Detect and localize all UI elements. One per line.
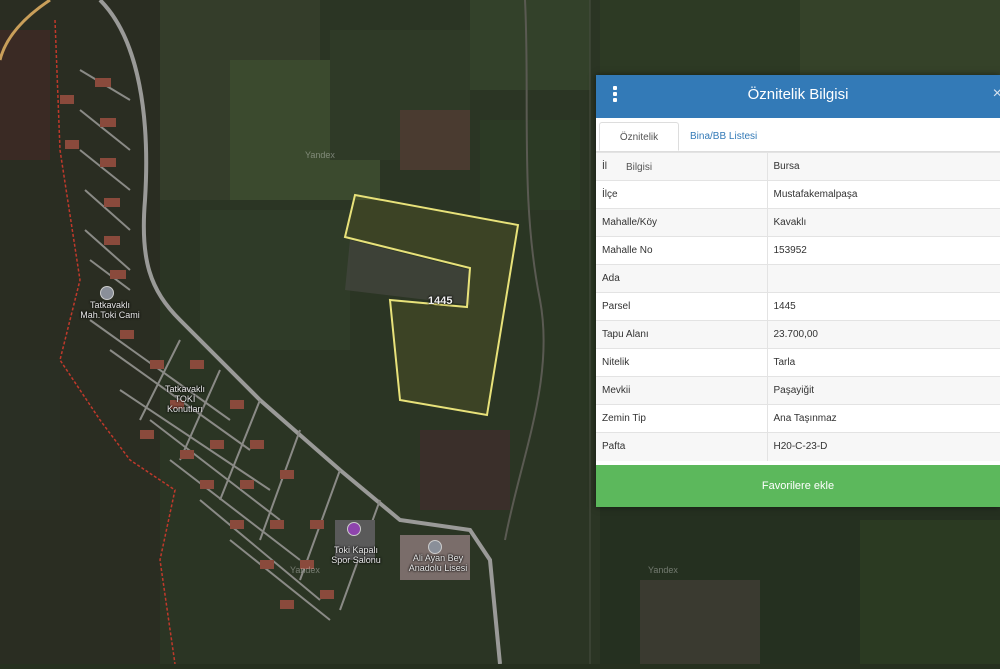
tab-building-list[interactable]: Bina/BB Listesi [684, 122, 763, 151]
table-row: Nitelik Tarla [596, 348, 1000, 377]
mosque-label: Tatkavaklı Mah.Toki Cami [80, 300, 140, 320]
attribute-value: Kavaklı [767, 208, 1000, 237]
attribute-value: Paşayiğit [767, 376, 1000, 405]
attribute-table: İl Bursa İlçe Mustafakemalpaşa Mahalle/Köy Ka… [596, 152, 1000, 461]
attribute-key: İl [596, 152, 768, 181]
mosque-icon[interactable] [100, 286, 114, 300]
attribute-key: Mahalle/Köy [596, 208, 768, 237]
attribute-key: Ada [596, 264, 768, 293]
panel-title: Öznitelik Bilgisi [747, 86, 849, 103]
housing-label: Tatkavaklı TOKİ Konutları [164, 384, 206, 414]
parcel-number-label: 1445 [428, 295, 453, 307]
close-icon[interactable]: × [993, 85, 1000, 103]
attribute-key: Parsel [596, 292, 768, 321]
table-row: Mevkii Paşayiğit [596, 376, 1000, 405]
attribute-value: Bursa [767, 152, 1000, 181]
school-icon[interactable] [428, 540, 442, 554]
attribute-key: Pafta [596, 432, 768, 461]
add-to-favorites-button[interactable]: Favorilere ekle [596, 465, 1000, 507]
attribute-value: 1445 [767, 292, 1000, 321]
sports-hall-label: Toki Kapalı Spor Salonu [331, 545, 381, 565]
attribute-value: Mustafakemalpaşa [767, 180, 1000, 209]
attribute-value [767, 264, 1000, 293]
table-row: Pafta H20-C-23-D [596, 432, 1000, 461]
attribute-value: 153952 [767, 236, 1000, 265]
attribute-value: Tarla [767, 348, 1000, 377]
table-row: Zemin Tip Ana Taşınmaz [596, 404, 1000, 433]
table-row: Parsel 1445 [596, 292, 1000, 321]
sports-hall-icon[interactable] [347, 522, 361, 536]
attribute-key: Tapu Alanı [596, 320, 768, 349]
attribute-key: Mevkii [596, 376, 768, 405]
attribute-value: H20-C-23-D [767, 432, 1000, 461]
map-watermark: Yandex [305, 150, 335, 160]
tab-attribute-info[interactable]: Öznitelik Bilgisi [599, 122, 679, 173]
panel-header: Öznitelik Bilgisi × [596, 75, 1000, 118]
table-row: Ada [596, 264, 1000, 293]
map-watermark: Yandex [648, 565, 678, 575]
attribute-info-panel: Öznitelik Bilgisi × Öznitelik Bilgisi Bi… [596, 75, 1000, 507]
attribute-key: Zemin Tip [596, 404, 768, 433]
table-row: Mahalle/Köy Kavaklı [596, 208, 1000, 237]
attribute-value: Ana Taşınmaz [767, 404, 1000, 433]
attribute-key: İlçe [596, 180, 768, 209]
school-label: Ali Ayan Bey Anadolu Lisesi [408, 553, 468, 573]
attribute-key: Nitelik [596, 348, 768, 377]
table-row: Mahalle No 153952 [596, 236, 1000, 265]
panel-tabs: Öznitelik Bilgisi Bina/BB Listesi [596, 118, 1000, 173]
attribute-value: 23.700,00 [767, 320, 1000, 349]
table-row: Tapu Alanı 23.700,00 [596, 320, 1000, 349]
map-watermark: Yandex [290, 565, 320, 575]
attribute-key: Mahalle No [596, 236, 768, 265]
table-row: İlçe Mustafakemalpaşa [596, 180, 1000, 209]
table-row: İl Bursa [596, 152, 1000, 181]
